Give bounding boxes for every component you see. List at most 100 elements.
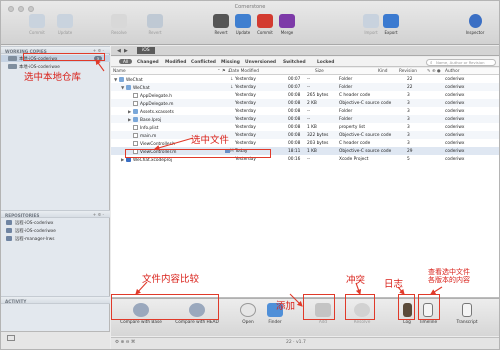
transcript-icon	[462, 303, 472, 317]
cell-date: Yesterday	[235, 84, 256, 90]
cell-time: 00:07	[288, 76, 301, 82]
open-button[interactable]: Open	[236, 301, 260, 335]
cell-name: ▶ Assets.xcassets	[128, 108, 174, 115]
file-name: Base.lproj	[140, 117, 162, 123]
cell-size: 1 KB	[307, 148, 317, 154]
toolbar-merge-button[interactable]: Merge	[273, 14, 301, 42]
toolbar-inspector-button[interactable]: Inspector	[461, 14, 489, 42]
table-row[interactable]: ▶ Base.lproj Yesterday 00:08 -- Folder 3 coderi…	[111, 115, 499, 123]
add-label: Add	[318, 320, 328, 325]
column-date-modified[interactable]: Date Modified	[229, 69, 259, 74]
highlight-box-timeline	[418, 294, 440, 320]
column-kind[interactable]: Kind	[378, 69, 387, 74]
info-icon	[468, 14, 482, 28]
cell-author: coderiwx	[445, 132, 465, 138]
cell-time: 00:08	[288, 140, 301, 146]
table-row[interactable]: ▼ WeChat ↓ Yesterday 00:07 -- Folder 22 coderiwx	[111, 75, 499, 83]
toolbar-commit2-label: Commit	[257, 30, 273, 35]
column-size[interactable]: Size	[315, 69, 324, 74]
cell-author: coderiwx	[445, 84, 465, 90]
column-revision[interactable]: Revision	[399, 69, 417, 74]
toolbar-export-button[interactable]: Export	[377, 14, 405, 42]
transcript-label: Transcript	[456, 320, 478, 325]
update-arrow-icon	[235, 14, 251, 28]
commit-arrow-icon	[257, 14, 273, 28]
export-icon	[383, 14, 399, 28]
search-icon: ⌕	[430, 60, 433, 66]
back-arrow-icon[interactable]: ◀	[117, 48, 121, 54]
cell-name: AppDelegate.m	[128, 100, 173, 107]
file-icon	[133, 124, 138, 130]
cell-name: Info.plist	[128, 124, 158, 131]
table-row[interactable]: ViewController.h Yesterday 00:08 203 bytes C…	[111, 139, 499, 147]
toolbar-revert-button[interactable]: Revert	[141, 14, 169, 42]
filter-missing[interactable]: Missing	[221, 60, 240, 65]
cell-date: Yesterday	[235, 140, 256, 146]
cell-author: coderiwx	[445, 124, 465, 130]
filter-modified[interactable]: Modified	[165, 60, 186, 65]
table-row[interactable]: ▶ Assets.xcassets Yesterday 00:08 -- Folder 3 c…	[111, 107, 499, 115]
repository-item[interactable]: 远程-manager-lrws	[1, 235, 110, 242]
breadcrumb[interactable]: iOS	[137, 47, 155, 54]
cell-size: 203 bytes	[307, 140, 329, 146]
cell-size: 2 KB	[307, 100, 317, 106]
filter-conflicted[interactable]: Conflicted	[191, 60, 216, 65]
highlight-box-local-repo	[23, 53, 105, 61]
toolbar-export-label: Export	[384, 30, 398, 35]
filter-switched[interactable]: Switched	[283, 60, 306, 65]
path-bar: ◀ ▶ iOS	[111, 46, 499, 56]
repositories-controls[interactable]: + ✲ -	[93, 212, 104, 217]
cell-name: AppDelegate.h	[128, 92, 172, 99]
annotation-compare-file: 文件内容比较	[142, 274, 200, 285]
cell-date: Yesterday	[235, 116, 256, 122]
file-icon	[133, 100, 138, 106]
cell-kind: Objective-C source code	[339, 148, 392, 154]
file-icon	[133, 92, 138, 98]
nav-arrows[interactable]: ◀ ▶	[117, 48, 128, 54]
repository-item[interactable]: 远程-iOS-coderiwxe	[1, 227, 110, 234]
folder-icon	[126, 84, 131, 90]
cell-time: 00:08	[288, 124, 301, 130]
transcript-button[interactable]: Transcript	[449, 301, 485, 335]
cell-revision: 3	[407, 108, 410, 114]
cell-revision: 3	[407, 100, 410, 106]
filter-changed[interactable]: Changed	[137, 60, 159, 65]
cell-date: Yesterday	[235, 124, 256, 130]
toolbar-resolve-button[interactable]: Resolve	[105, 14, 133, 42]
cell-time: 00:07	[288, 84, 301, 90]
cell-kind: Xcode Project	[339, 156, 369, 162]
cell-revision: 3	[407, 124, 410, 130]
table-row[interactable]: main.m Yesterday 00:08 322 bytes Objective-C…	[111, 131, 499, 139]
column-author[interactable]: Author	[445, 69, 459, 74]
cell-kind: Folder	[339, 84, 353, 90]
cell-name: ViewController.h	[128, 140, 175, 147]
table-row[interactable]: ▼ WeChat ↓ Yesterday 00:07 -- Folder 22 coderiwx	[111, 83, 499, 91]
repository-item[interactable]: 远程-iOS-coderiwx	[1, 219, 110, 226]
table-row[interactable]: AppDelegate.h Yesterday 00:08 265 bytes C he…	[111, 91, 499, 99]
table-row[interactable]: AppDelegate.m Yesterday 00:08 2 KB Objective…	[111, 99, 499, 107]
toolbar-update-button[interactable]: Update	[51, 14, 79, 42]
toolbar-commit-button[interactable]: Commit	[23, 14, 51, 42]
folder-icon	[133, 116, 138, 122]
sidebar-toggle-icon[interactable]	[7, 335, 15, 341]
filter-all[interactable]: All	[119, 59, 133, 64]
filter-locked[interactable]: Locked	[317, 60, 334, 65]
cell-revision: 3	[407, 140, 410, 146]
status-action-icons[interactable]: ⚙ ⊕ ⊖ ⌘	[115, 340, 135, 345]
folder-icon	[133, 108, 138, 114]
search-input[interactable]: ⌕ Name, Author or Revision	[426, 58, 496, 66]
repository-icon	[6, 236, 12, 241]
window-title: Cornerstone	[234, 4, 266, 10]
merge-icon	[279, 14, 295, 28]
cell-revision: 29	[407, 148, 413, 154]
table-row[interactable]: Info.plist Yesterday 00:08 1 KB property lis…	[111, 123, 499, 131]
forward-arrow-icon[interactable]: ▶	[124, 48, 128, 54]
cell-size: 1 KB	[307, 124, 317, 130]
cell-size: --	[307, 156, 311, 162]
update-icon	[57, 14, 73, 28]
cell-date: Yesterday	[235, 108, 256, 114]
file-name: main.m	[140, 133, 157, 139]
filter-unversioned[interactable]: Unversioned	[245, 60, 276, 65]
column-name[interactable]: Name	[113, 69, 126, 74]
cell-kind: Objective-C source code	[339, 100, 392, 106]
